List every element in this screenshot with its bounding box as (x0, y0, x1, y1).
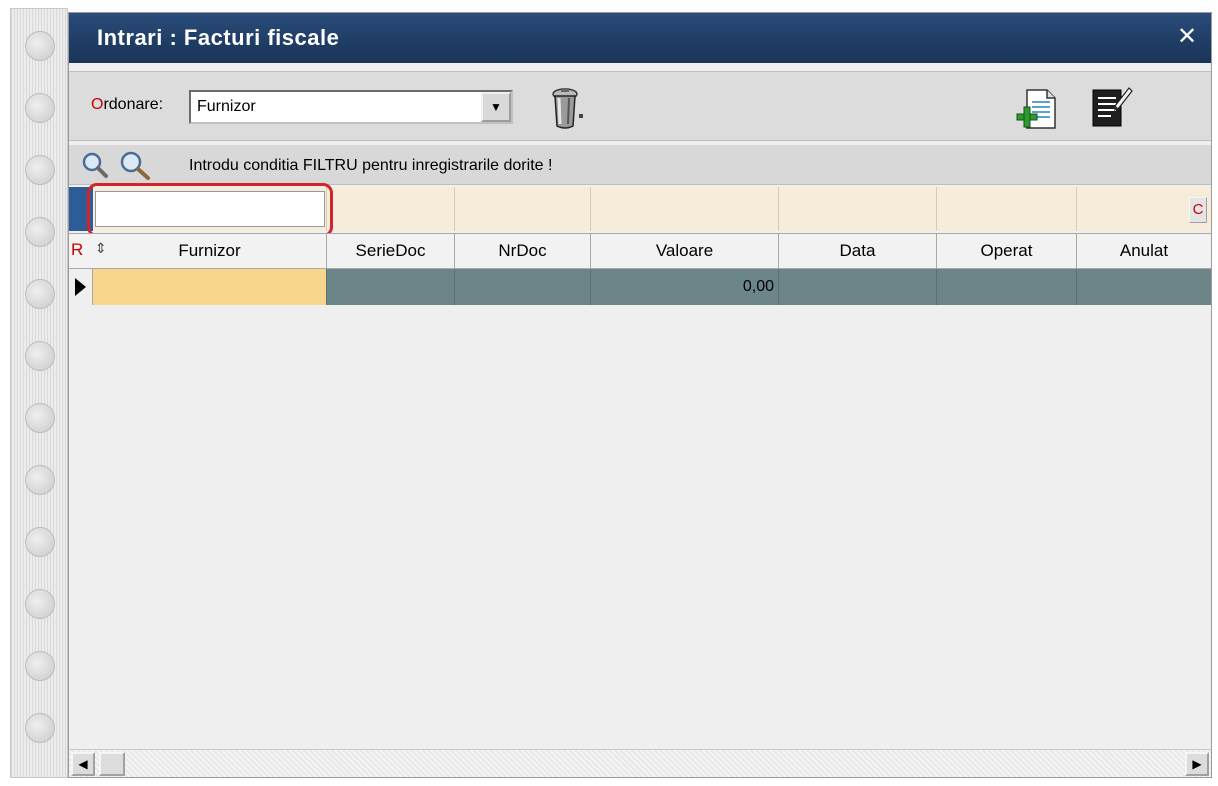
filter-cell[interactable] (779, 187, 937, 231)
cell-data[interactable] (779, 269, 937, 305)
filter-cell[interactable] (591, 187, 779, 231)
filter-row: C (69, 187, 1211, 231)
column-header-seriedoc[interactable]: SerieDoc (327, 234, 455, 270)
facturi-window: Intrari : Facturi fiscale ✕ Ordonare: Fu… (68, 12, 1212, 778)
strip-dot (25, 651, 55, 681)
cell-furnizor[interactable] (93, 269, 327, 305)
filter-cell[interactable] (327, 187, 455, 231)
ordonare-select-value: Furnizor (197, 98, 256, 115)
title-bar[interactable]: Intrari : Facturi fiscale ✕ (69, 13, 1211, 63)
window-title: Intrari : Facturi fiscale (97, 25, 340, 50)
scroll-thumb[interactable] (99, 752, 125, 776)
trash-icon[interactable] (547, 86, 587, 130)
horizontal-scrollbar[interactable]: ◀ ▶ (69, 749, 1211, 777)
toolbar: Ordonare: Furnizor ▼ (69, 71, 1211, 141)
strip-dot (25, 155, 55, 185)
cell-nrdoc[interactable] (455, 269, 591, 305)
ordonare-label-text: rdonare: (103, 96, 164, 113)
strip-dot (25, 279, 55, 309)
strip-dot (25, 465, 55, 495)
left-decorative-strip (10, 8, 68, 778)
column-header-furnizor[interactable]: Furnizor (93, 234, 327, 270)
column-header-nrdoc[interactable]: NrDoc (455, 234, 591, 270)
column-header-data[interactable]: Data (779, 234, 937, 270)
add-document-icon[interactable] (1015, 86, 1059, 130)
filter-cell[interactable] (455, 187, 591, 231)
row-indicator (69, 269, 93, 305)
strip-dot (25, 403, 55, 433)
filter-hint-text: Introdu conditia FILTRU pentru inregistr… (189, 157, 553, 174)
strip-dot (25, 31, 55, 61)
search-advanced-icon[interactable] (119, 151, 151, 181)
ordonare-label: Ordonare: (91, 96, 163, 114)
table-row[interactable]: 0,00 (69, 269, 1211, 305)
strip-dot (25, 527, 55, 557)
filter-cell (93, 187, 327, 231)
scroll-left-button[interactable]: ◀ (71, 752, 95, 776)
cell-operat[interactable] (937, 269, 1077, 305)
filter-hint-bar: Introdu conditia FILTRU pentru inregistr… (69, 145, 1211, 185)
column-header-anulat[interactable]: Anulat (1077, 234, 1211, 270)
strip-dot (25, 217, 55, 247)
cell-valoare[interactable]: 0,00 (591, 269, 779, 305)
strip-dot (25, 341, 55, 371)
ordonare-hotkey-letter: O (91, 96, 104, 113)
column-header-valoare[interactable]: Valoare (591, 234, 779, 270)
chevron-down-icon[interactable]: ▼ (481, 92, 511, 122)
ordonare-select[interactable]: Furnizor ▼ (189, 90, 513, 124)
strip-dot (25, 93, 55, 123)
strip-dot (25, 713, 55, 743)
column-header-operat[interactable]: Operat (937, 234, 1077, 270)
scroll-right-button[interactable]: ▶ (1185, 752, 1209, 776)
clear-filter-button[interactable]: C (1189, 197, 1207, 223)
grid-header: R ⇕ Furnizor SerieDoc NrDoc Valoare Data… (69, 233, 1211, 270)
strip-dot (25, 589, 55, 619)
cell-anulat[interactable] (1077, 269, 1211, 305)
edit-document-icon[interactable] (1089, 84, 1133, 130)
cell-seriedoc[interactable] (327, 269, 455, 305)
search-icon[interactable] (81, 151, 109, 179)
filter-row-marker (69, 187, 93, 231)
current-row-arrow-icon (75, 278, 86, 296)
record-marker[interactable]: R (71, 240, 83, 260)
close-button[interactable]: ✕ (1173, 23, 1201, 51)
filter-cell[interactable] (937, 187, 1077, 231)
